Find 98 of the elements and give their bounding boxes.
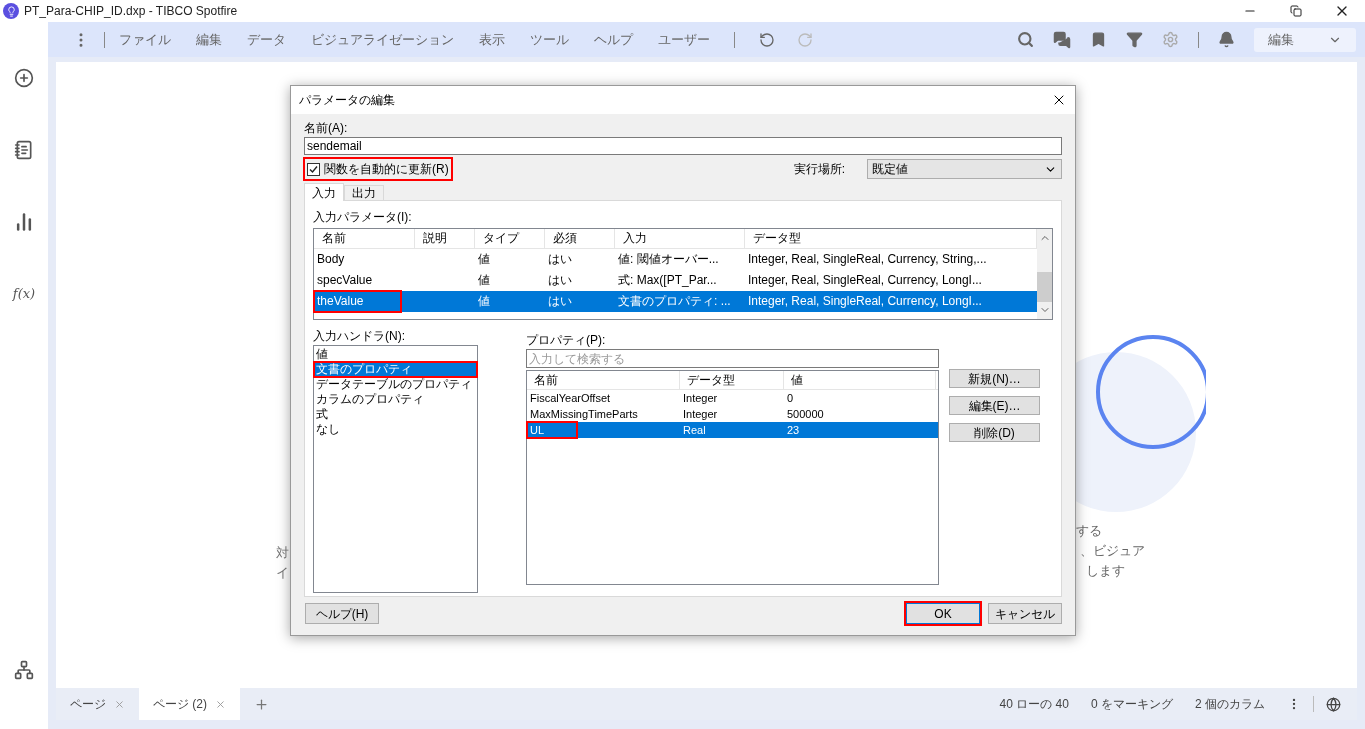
background-text: する xyxy=(1076,522,1102,540)
menu-item[interactable]: ヘルプ xyxy=(594,29,633,50)
table-cell-text: はい xyxy=(547,272,573,289)
menu-item[interactable]: 編集 xyxy=(196,29,222,50)
table-row[interactable]: MaxMissingTimeParts Integer 500000 xyxy=(527,406,938,422)
table-cell: theValue xyxy=(314,291,401,312)
table-row[interactable]: FiscalYearOffset Integer 0 xyxy=(527,390,938,406)
table-cell-text: specValue xyxy=(316,272,374,289)
status-text: 2 個のカラム xyxy=(1195,696,1265,713)
checkbox[interactable] xyxy=(307,162,320,176)
table-cell-text: Integer xyxy=(682,391,719,406)
notebook-icon[interactable] xyxy=(14,140,34,160)
table-cell-text: Body xyxy=(316,251,346,268)
table-cell-text: はい xyxy=(547,293,573,310)
bookmark-icon[interactable] xyxy=(1090,31,1107,48)
table-cell-text: 23 xyxy=(786,423,801,438)
table-cell-text: 値 xyxy=(477,272,491,289)
list-item[interactable]: 式 xyxy=(314,407,477,422)
add-page-icon[interactable] xyxy=(254,696,269,712)
dialog-tab[interactable]: 入力 xyxy=(304,183,344,201)
column-header[interactable]: タイプ xyxy=(475,229,545,248)
list-item[interactable]: なし xyxy=(314,422,477,437)
table-row[interactable]: theValue 値 はい 文書のプロパティ: ... Integer, Real, SingleReal, Currency, LongI... xyxy=(314,291,1037,312)
table-cell-text: MaxMissingTimeParts xyxy=(529,407,639,422)
location-label: 実行場所: xyxy=(793,161,845,178)
undo-icon[interactable] xyxy=(759,31,775,48)
menu-item[interactable]: ファイル xyxy=(119,29,171,50)
name-field[interactable]: sendemail xyxy=(304,137,1062,155)
background-text: します xyxy=(1086,562,1125,580)
status-text: 40 ローの 40 xyxy=(999,696,1069,713)
list-item[interactable]: 値 xyxy=(314,347,477,362)
action-button[interactable]: 新規(N)… xyxy=(949,369,1040,388)
table-row[interactable]: Body 値 はい 値: 閾値オーバー... Integer, Real, SingleReal, Currency, String,... xyxy=(314,249,1037,270)
action-button[interactable]: 削除(D) xyxy=(949,423,1040,442)
handlers-label: 入力ハンドラ(N): xyxy=(313,328,406,345)
list-item[interactable]: カラムのプロパティ xyxy=(314,392,477,407)
background-text: イ xyxy=(276,564,289,582)
search-field[interactable]: 入力して検索する xyxy=(526,349,939,368)
list-item[interactable]: データテーブルのプロパティ xyxy=(314,377,477,392)
table-cell-text: 値: 閾値オーバー... xyxy=(617,251,720,268)
dialog-tab[interactable]: 出力 xyxy=(344,185,384,200)
table-cell-text: Integer xyxy=(682,407,719,422)
add-icon[interactable] xyxy=(14,68,34,88)
menu-item[interactable]: 表示 xyxy=(479,29,505,50)
action-button[interactable]: 編集(E)… xyxy=(949,396,1040,415)
table-cell-text: はい xyxy=(547,251,573,268)
table-row[interactable]: UL Real 23 xyxy=(527,422,938,438)
table-cell-text: Real xyxy=(682,423,707,438)
table-cell-text: 500000 xyxy=(786,407,825,422)
table-cell-text: 0 xyxy=(786,391,795,406)
table-cell-text: 値 xyxy=(477,251,491,268)
window-title: PT_Para-CHIP_ID.dxp - TIBCO Spotfire xyxy=(24,3,238,20)
background-text: 対 xyxy=(276,544,289,562)
menu-item[interactable]: ユーザー xyxy=(658,29,710,50)
column-header[interactable]: 必須 xyxy=(545,229,615,248)
column-header[interactable]: データ型 xyxy=(680,371,784,389)
table-cell-text: Integer, Real, SingleReal, Currency, LongI... xyxy=(747,272,983,289)
params-label: 入力パラメータ(I): xyxy=(313,209,413,226)
filter-icon[interactable] xyxy=(1126,31,1143,48)
auto-update-checkbox[interactable]: 関数を自動的に更新(R) xyxy=(304,158,452,180)
menu-item[interactable]: ツール xyxy=(530,29,569,50)
formula-button[interactable]: f(x) xyxy=(12,284,36,304)
mode-dropdown[interactable]: 編集 xyxy=(1254,27,1356,52)
hierarchy-icon[interactable] xyxy=(14,660,34,680)
table-cell-text: 式: Max([PT_Par... xyxy=(617,272,718,289)
table-cell-text: FiscalYearOffset xyxy=(529,391,612,406)
bar-chart-icon[interactable] xyxy=(14,212,34,232)
column-header[interactable]: 説明 xyxy=(415,229,475,248)
comments-icon[interactable] xyxy=(1053,30,1071,49)
cancel-button[interactable]: キャンセル xyxy=(988,603,1062,624)
menu-item[interactable]: データ xyxy=(247,29,286,50)
table-cell-text: Integer, Real, SingleReal, Currency, String,... xyxy=(747,251,988,268)
properties-label: プロパティ(P): xyxy=(526,332,607,349)
page-tab[interactable]: ページ xyxy=(56,688,139,720)
table-cell-text: 値 xyxy=(477,293,491,310)
column-header[interactable]: 名前 xyxy=(314,229,415,248)
restore-icon[interactable] xyxy=(1290,5,1302,17)
column-header[interactable]: 名前 xyxy=(527,371,680,389)
help-button[interactable]: ヘルプ(H) xyxy=(305,603,379,624)
column-header[interactable]: 値 xyxy=(784,371,936,389)
page-tab[interactable]: ページ (2) xyxy=(139,688,240,720)
app-logo-icon xyxy=(3,3,19,19)
status-text: 0 をマーキング xyxy=(1090,696,1173,713)
background-text: 、ビジュア xyxy=(1080,542,1145,560)
table-cell-text: Integer, Real, SingleReal, Currency, LongI... xyxy=(747,293,983,310)
globe-icon[interactable] xyxy=(1326,696,1341,712)
table-cell: UL xyxy=(527,422,577,438)
table-cell-text: 文書のプロパティ: ... xyxy=(617,293,732,310)
name-label: 名前(A): xyxy=(304,120,349,137)
notifications-icon[interactable] xyxy=(1218,31,1235,48)
table-row[interactable]: specValue 値 はい 式: Max([PT_Par... Integer, Real, SingleReal, Currency, LongI... xyxy=(314,270,1037,291)
menu-item[interactable]: ビジュアライゼーション xyxy=(311,29,454,50)
search-icon[interactable] xyxy=(1017,31,1034,48)
location-dropdown[interactable]: 既定値 xyxy=(867,159,1062,179)
ok-button[interactable]: OK xyxy=(906,603,980,624)
list-item[interactable]: 文書のプロパティ xyxy=(314,362,477,377)
column-header[interactable]: 入力 xyxy=(615,229,745,248)
dialog-title: パラメータの編集 xyxy=(299,92,395,109)
